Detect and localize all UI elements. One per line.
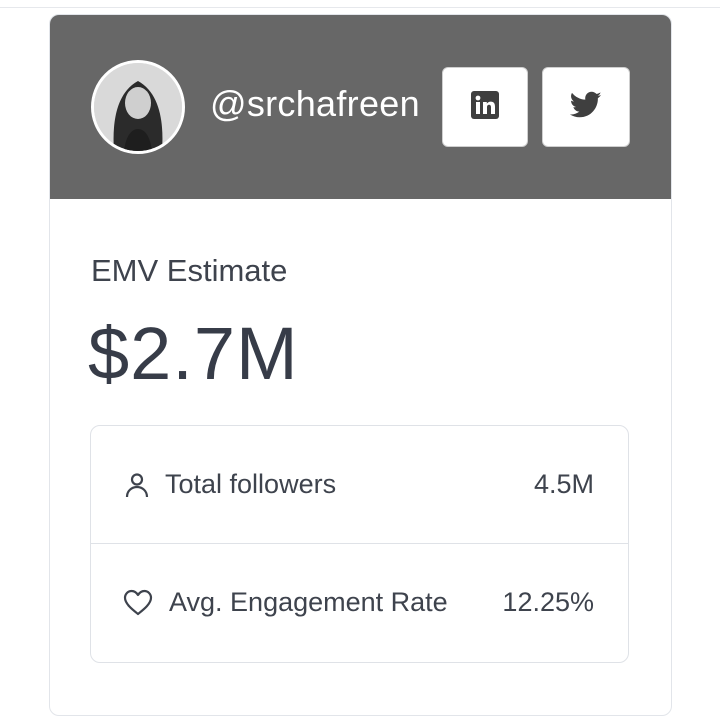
card-header: @srchafreen <box>50 15 671 199</box>
twitter-button[interactable] <box>542 67 630 147</box>
user-icon <box>123 471 151 499</box>
emv-label: EMV Estimate <box>91 253 288 288</box>
heart-icon <box>123 589 153 617</box>
stats-box: Total followers 4.5M Avg. Engagement Rat… <box>90 425 629 663</box>
stat-value: 4.5M <box>533 469 594 499</box>
linkedin-button[interactable] <box>442 67 528 147</box>
stat-label: Avg. Engagement Rate <box>169 587 448 617</box>
linkedin-icon <box>471 90 499 124</box>
stat-label: Total followers <box>165 469 337 499</box>
influencer-card: @srchafreen EMV Estimate $2.7M Total fol… <box>49 14 672 716</box>
username-handle: @srchafreen <box>210 83 420 124</box>
top-divider <box>0 7 720 8</box>
emv-value: $2.7M <box>88 312 299 395</box>
stat-value: 12.25% <box>502 587 594 617</box>
avatar <box>91 60 185 154</box>
twitter-icon <box>569 91 602 124</box>
stat-row-engagement: Avg. Engagement Rate 12.25% <box>91 544 628 661</box>
stat-row-followers: Total followers 4.5M <box>91 426 628 544</box>
